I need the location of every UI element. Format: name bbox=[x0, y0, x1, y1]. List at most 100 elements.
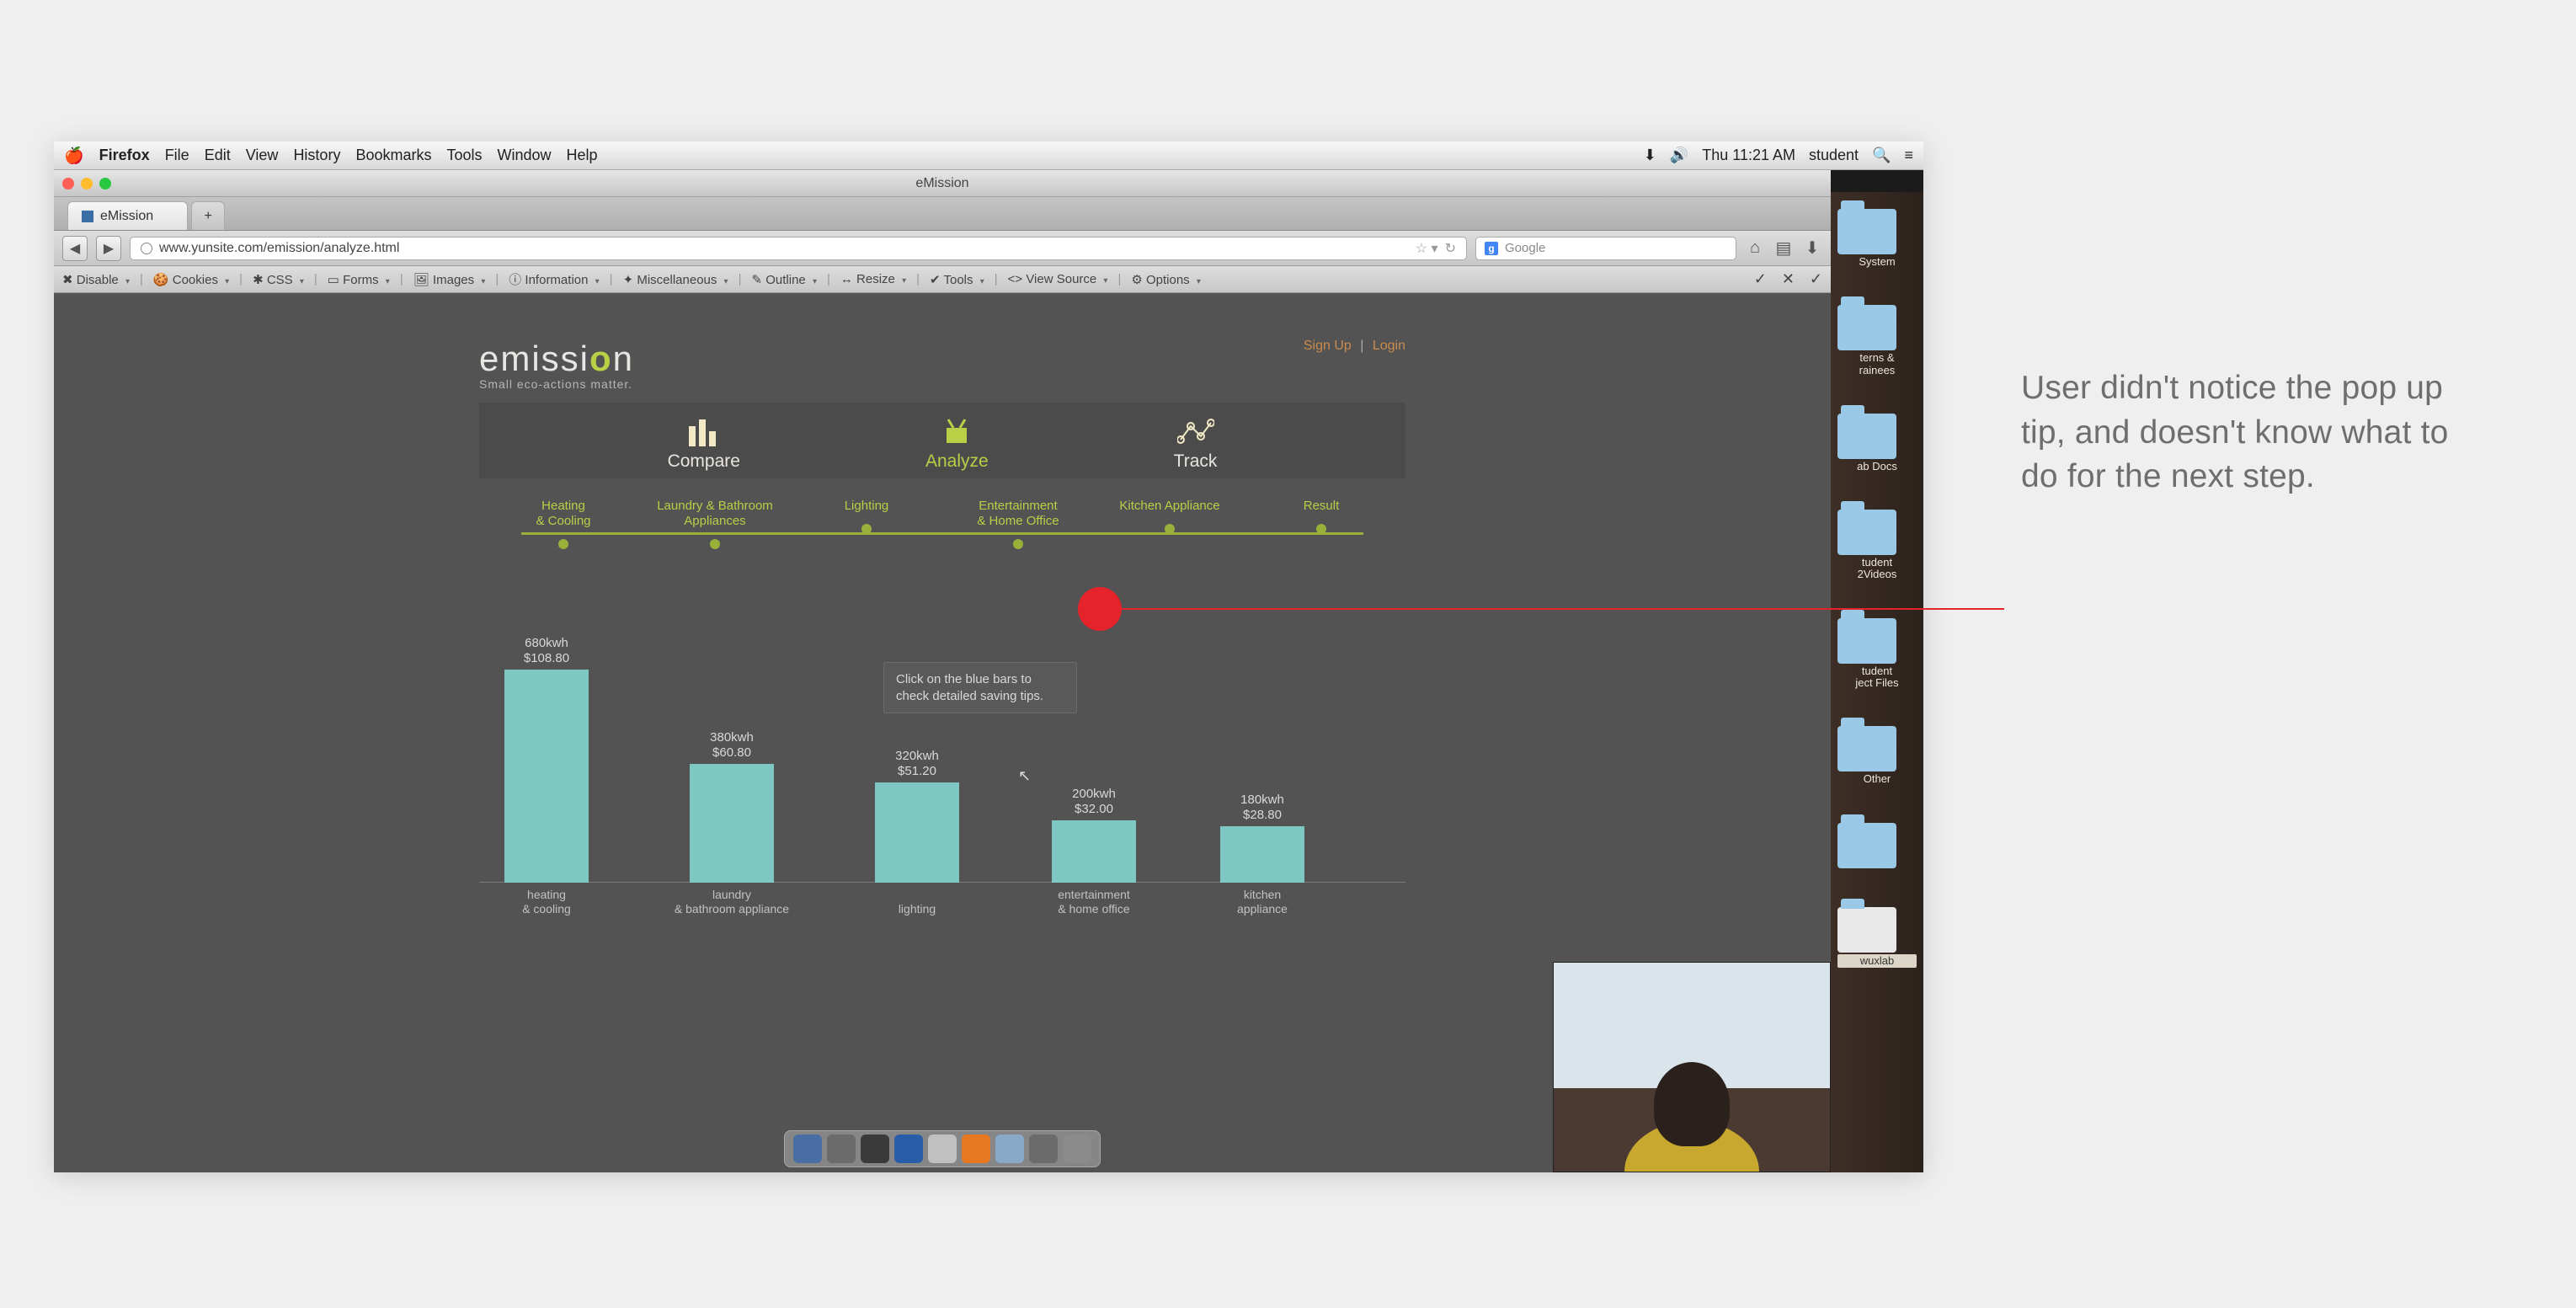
signup-link[interactable]: Sign Up bbox=[1304, 339, 1352, 353]
forward-button[interactable]: ▶ bbox=[96, 236, 121, 261]
folder-icon[interactable] bbox=[1837, 618, 1896, 664]
zoom-icon[interactable] bbox=[99, 178, 111, 190]
login-link[interactable]: Login bbox=[1373, 339, 1405, 353]
folder-icon[interactable] bbox=[1837, 823, 1896, 868]
folder-icon[interactable] bbox=[1837, 305, 1896, 350]
firefox-window: eMission eMission + ◀ ▶ www.yunsite.com/… bbox=[54, 170, 1831, 1172]
traffic-lights[interactable] bbox=[62, 178, 111, 190]
progress-step-laundry[interactable]: Laundry & BathroomAppliances bbox=[639, 499, 791, 544]
progress-step-kitchen[interactable]: Kitchen Appliance bbox=[1094, 499, 1245, 529]
bar-value-label: 320kwh$51.20 bbox=[895, 749, 939, 779]
menu-window[interactable]: Window bbox=[498, 147, 552, 164]
menu-history[interactable]: History bbox=[293, 147, 340, 164]
google-icon: g bbox=[1485, 242, 1498, 255]
dev-disable[interactable]: ✖ Disable bbox=[62, 272, 130, 287]
dev-cookies[interactable]: 🍪 Cookies bbox=[153, 272, 229, 287]
progress-step-entertainment[interactable]: Entertainment& Home Office bbox=[942, 499, 1094, 544]
path-icon bbox=[1177, 416, 1214, 446]
dev-check1-icon[interactable]: ✓ bbox=[1754, 270, 1767, 288]
volume-icon[interactable]: 🔊 bbox=[1670, 147, 1688, 164]
tab-bar: eMission + bbox=[54, 197, 1831, 231]
folder-icon[interactable] bbox=[1837, 209, 1896, 254]
progress-step-result[interactable]: Result bbox=[1245, 499, 1397, 529]
page-viewport: emission Small eco-actions matter. Sign … bbox=[54, 322, 1831, 1172]
dev-information[interactable]: ⓘ Information bbox=[509, 270, 599, 288]
nav-compare[interactable]: Compare bbox=[668, 416, 740, 472]
back-button[interactable]: ◀ bbox=[62, 236, 88, 261]
nav-track[interactable]: Track bbox=[1174, 416, 1218, 472]
downloads-button[interactable]: ⬇ bbox=[1802, 238, 1822, 259]
bookmarks-button[interactable]: ▤ bbox=[1773, 238, 1794, 259]
browser-tab[interactable]: eMission bbox=[67, 201, 188, 230]
dev-viewsource[interactable]: <> View Source bbox=[1008, 272, 1108, 286]
menu-view[interactable]: View bbox=[246, 147, 279, 164]
auth-links: Sign Up | Login bbox=[1304, 339, 1405, 354]
progress-step-heating[interactable]: Heating& Cooling bbox=[488, 499, 639, 544]
download-icon[interactable]: ⬇ bbox=[1644, 147, 1656, 164]
brush-icon bbox=[941, 416, 972, 446]
dev-images[interactable]: 🖼 Images bbox=[413, 272, 486, 287]
home-button[interactable]: ⌂ bbox=[1745, 238, 1765, 259]
bar-rect[interactable] bbox=[1052, 820, 1136, 883]
chart-bar[interactable]: 380kwh$60.80 bbox=[690, 730, 774, 883]
dev-css[interactable]: ✱ CSS bbox=[253, 272, 304, 287]
dock-firefox-icon[interactable] bbox=[962, 1134, 990, 1163]
close-icon[interactable] bbox=[62, 178, 74, 190]
menu-tools[interactable]: Tools bbox=[446, 147, 482, 164]
menu-list-icon[interactable]: ≡ bbox=[1904, 147, 1913, 164]
menubar-user[interactable]: student bbox=[1809, 147, 1859, 164]
dock-app-icon[interactable] bbox=[827, 1134, 856, 1163]
bars-icon bbox=[687, 416, 721, 446]
new-tab-button[interactable]: + bbox=[191, 201, 225, 230]
url-input[interactable]: www.yunsite.com/emission/analyze.html ☆ … bbox=[130, 237, 1467, 260]
spotlight-icon[interactable]: 🔍 bbox=[1872, 147, 1891, 164]
progress-step-lighting[interactable]: Lighting bbox=[791, 499, 942, 529]
bar-rect[interactable] bbox=[875, 782, 959, 883]
folder-icon[interactable] bbox=[1837, 510, 1896, 555]
dev-forms[interactable]: ▭ Forms bbox=[328, 272, 390, 287]
chart-bar[interactable]: 680kwh$108.80 bbox=[504, 636, 589, 883]
reload-icon[interactable]: ↻ bbox=[1445, 240, 1456, 257]
menubar-app[interactable]: Firefox bbox=[99, 147, 150, 164]
window-title: eMission bbox=[915, 176, 968, 191]
annotation-dot bbox=[1078, 587, 1122, 631]
chart-area: Click on the blue bars to check detailed… bbox=[479, 637, 1405, 923]
tab-label: eMission bbox=[100, 209, 153, 224]
reader-icon[interactable]: ☆ ▾ bbox=[1416, 240, 1438, 257]
dev-close-icon[interactable]: ✕ bbox=[1782, 270, 1795, 288]
dev-options[interactable]: ⚙ Options bbox=[1131, 272, 1201, 287]
folder-icon[interactable] bbox=[1837, 907, 1896, 953]
menu-bookmarks[interactable]: Bookmarks bbox=[355, 147, 431, 164]
nav-analyze[interactable]: Analyze bbox=[925, 416, 989, 472]
dev-check2-icon[interactable]: ✓ bbox=[1810, 270, 1822, 288]
menu-help[interactable]: Help bbox=[567, 147, 598, 164]
chart-bar[interactable]: 320kwh$51.20 bbox=[875, 749, 959, 883]
dock-app-icon[interactable] bbox=[995, 1134, 1024, 1163]
dev-resize[interactable]: ↔ Resize bbox=[840, 272, 906, 286]
dock-trash-icon[interactable] bbox=[1063, 1134, 1091, 1163]
dev-tools[interactable]: ✔ Tools bbox=[930, 272, 984, 287]
dock-app-icon[interactable] bbox=[928, 1134, 957, 1163]
dock-app-icon[interactable] bbox=[861, 1134, 889, 1163]
logo[interactable]: emission bbox=[479, 339, 634, 379]
dock-app-icon[interactable] bbox=[1029, 1134, 1058, 1163]
chart-bar[interactable]: 180kwh$28.80 bbox=[1220, 793, 1304, 883]
minimize-icon[interactable] bbox=[81, 178, 93, 190]
dock-photoshop-icon[interactable] bbox=[894, 1134, 923, 1163]
bar-rect[interactable] bbox=[504, 670, 589, 883]
bar-rect[interactable] bbox=[690, 764, 774, 883]
dev-outline[interactable]: ✎ Outline bbox=[751, 272, 816, 287]
search-input[interactable]: g Google bbox=[1475, 237, 1736, 260]
chart-bar[interactable]: 200kwh$32.00 bbox=[1052, 787, 1136, 883]
tagline: Small eco-actions matter. bbox=[479, 377, 634, 391]
folder-icon[interactable] bbox=[1837, 414, 1896, 459]
folder-icon[interactable] bbox=[1837, 726, 1896, 771]
bar-category-label: kitchenappliance bbox=[1195, 888, 1330, 916]
dev-misc[interactable]: ✦ Miscellaneous bbox=[623, 272, 728, 287]
menu-file[interactable]: File bbox=[165, 147, 189, 164]
apple-icon[interactable]: 🍎 bbox=[64, 146, 84, 166]
bar-rect[interactable] bbox=[1220, 826, 1304, 883]
menu-edit[interactable]: Edit bbox=[205, 147, 231, 164]
dock-finder-icon[interactable] bbox=[793, 1134, 822, 1163]
menubar-clock[interactable]: Thu 11:21 AM bbox=[1702, 147, 1795, 164]
